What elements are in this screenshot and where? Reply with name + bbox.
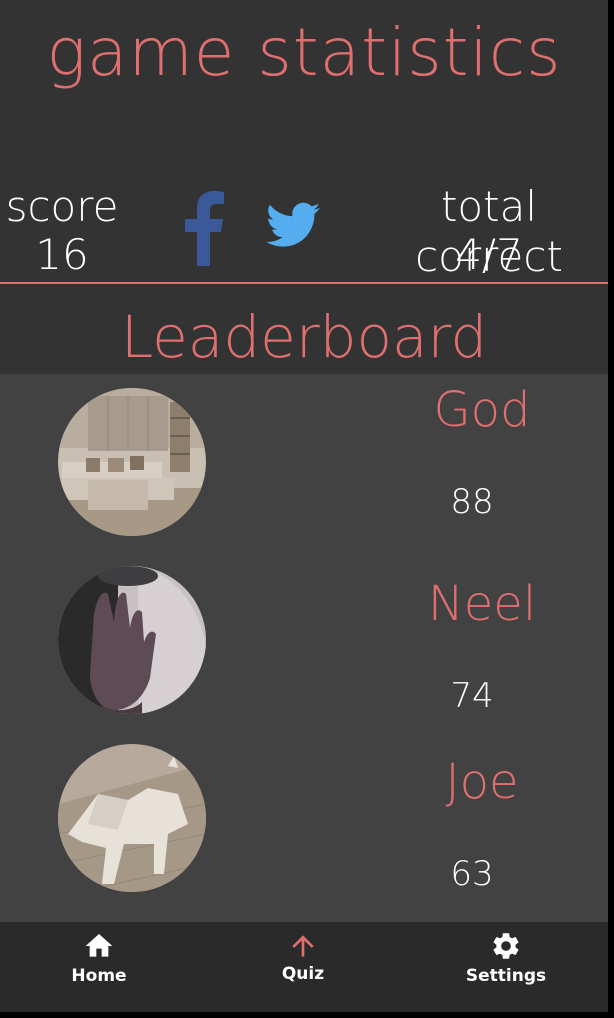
leaderboard-list: God 88 Neel 74 Joe 63 (0, 374, 608, 922)
total-correct-value: 4/7 (455, 230, 523, 279)
score-label: score (5, 182, 119, 231)
nav-settings-label: Settings (465, 966, 547, 986)
leaderboard-entry: Joe 63 (0, 730, 608, 908)
twitter-share-button[interactable] (266, 202, 320, 248)
living-room-photo (58, 388, 206, 536)
leaderboard-entry: God 88 (0, 374, 608, 552)
stats-row: score 16 total correct 4/7 (0, 178, 608, 282)
leaderboard-score: 63 (450, 854, 494, 894)
facebook-icon (185, 191, 224, 266)
leaderboard-title: Leaderboard (120, 303, 488, 371)
arrow-up-icon (292, 935, 314, 957)
gear-icon (493, 933, 519, 959)
score-value: 16 (35, 230, 89, 279)
section-divider (0, 282, 608, 284)
leaderboard-name: Joe (445, 754, 519, 810)
dog-model-photo (58, 744, 206, 892)
page-title: game statistics (46, 14, 562, 91)
leaderboard-score: 74 (450, 676, 494, 716)
nav-home-label: Home (71, 966, 127, 986)
nav-home[interactable]: Home (19, 922, 179, 1012)
avatar (58, 388, 206, 536)
leaderboard-entry: Neel 74 (0, 552, 608, 730)
twitter-icon (266, 202, 320, 247)
avatar (58, 744, 206, 892)
nav-quiz[interactable]: Quiz (223, 922, 383, 1012)
nav-quiz-label: Quiz (281, 964, 325, 984)
avatar (58, 566, 206, 714)
leaderboard-name: God (433, 382, 531, 438)
nav-settings[interactable]: Settings (426, 922, 586, 1012)
hand-photo (58, 566, 206, 714)
leaderboard-name: Neel (427, 576, 537, 632)
home-icon (85, 934, 113, 957)
bottom-navigation: Home Quiz Settings (0, 922, 608, 1012)
leaderboard-score: 88 (450, 482, 494, 522)
facebook-share-button[interactable] (182, 190, 226, 266)
app-screen: game statistics score 16 total correct 4… (0, 0, 608, 1012)
